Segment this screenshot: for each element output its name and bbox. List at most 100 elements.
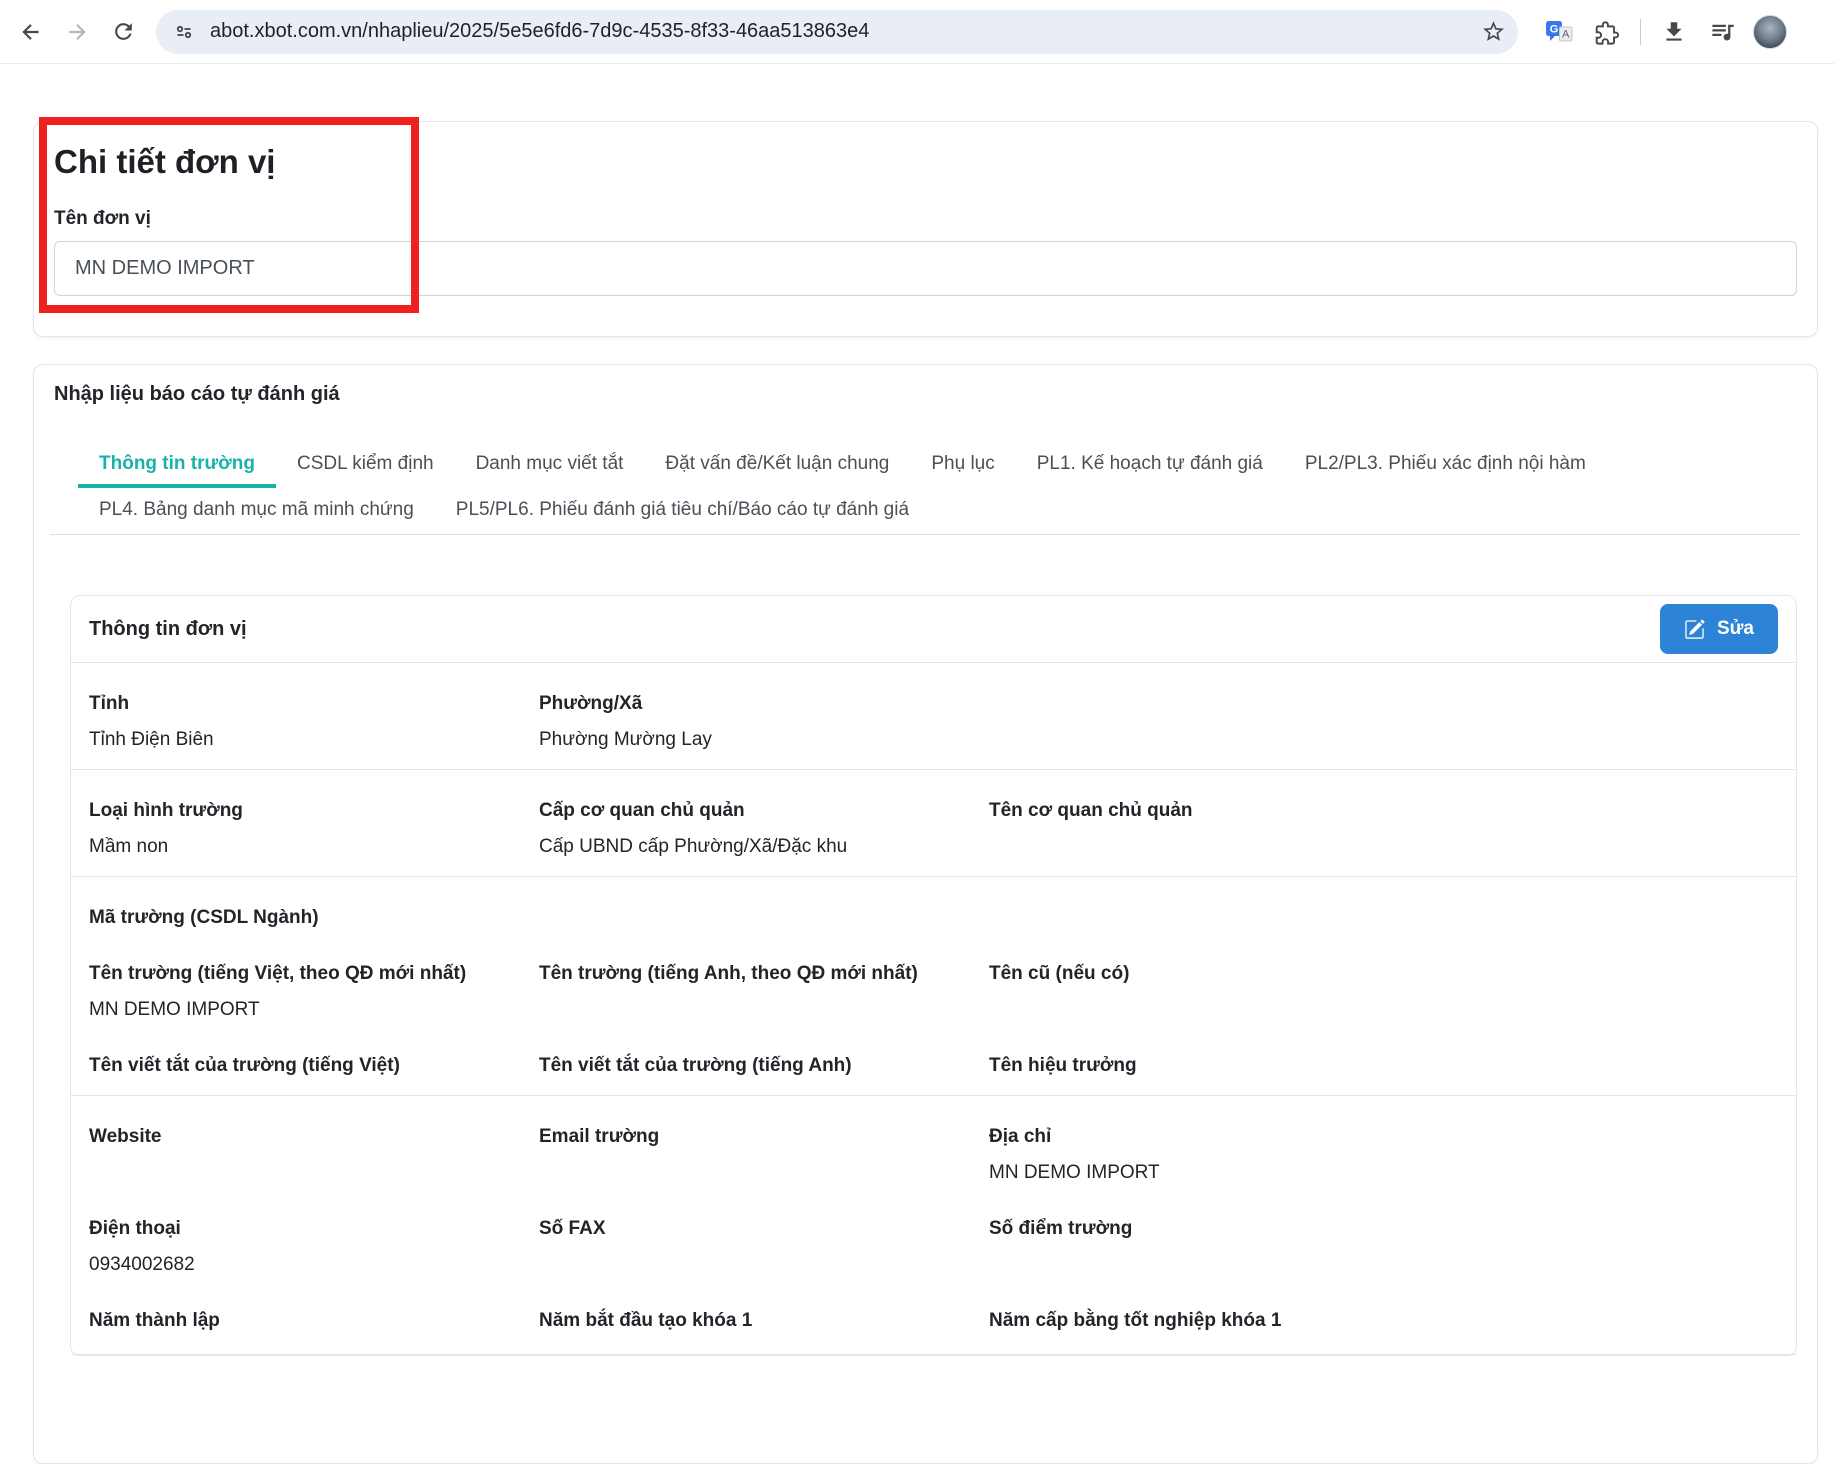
field-label: Loại hình trường bbox=[89, 798, 539, 824]
field-label: Cấp cơ quan chủ quản bbox=[539, 798, 989, 824]
field-label: Tên viết tắt của trường (tiếng Việt) bbox=[89, 1053, 539, 1079]
field-label: Email trường bbox=[539, 1124, 989, 1150]
toolbar-actions: G A bbox=[1538, 11, 1787, 53]
field: Năm thành lập bbox=[89, 1308, 539, 1334]
field-value: Cấp UBND cấp Phường/Xã/Đặc khu bbox=[539, 834, 989, 860]
field: Số điểm trường bbox=[989, 1216, 1778, 1278]
field-section: Mã trường (CSDL Ngành) Tên trường (tiếng … bbox=[71, 877, 1796, 1096]
field-value: Mầm non bbox=[89, 834, 539, 860]
edit-button[interactable]: Sửa bbox=[1660, 604, 1778, 654]
field-label: Tên cơ quan chủ quản bbox=[989, 798, 1778, 824]
unit-info-header: Thông tin đơn vị Sửa bbox=[71, 596, 1796, 663]
field-label: Tên viết tắt của trường (tiếng Anh) bbox=[539, 1053, 989, 1079]
tab-9[interactable]: PL5/PL6. Phiếu đánh giá tiêu chí/Báo cáo… bbox=[435, 488, 930, 534]
field: Email trường bbox=[539, 1124, 989, 1186]
field-row: Điện thoại 0934002682Số FAXSố điểm trường bbox=[89, 1216, 1778, 1278]
field: Điện thoại 0934002682 bbox=[89, 1216, 539, 1278]
field: Loại hình trường Mầm non bbox=[89, 798, 539, 860]
field-row: WebsiteEmail trườngĐịa chỉMN DEMO IMPORT bbox=[89, 1124, 1778, 1186]
field-label: Website bbox=[89, 1124, 539, 1150]
field: Phường/Xã Phường Mường Lay bbox=[539, 691, 989, 753]
tab-2[interactable]: CSDL kiểm định bbox=[276, 442, 455, 488]
address-bar[interactable]: abot.xbot.com.vn/nhaplieu/2025/5e5e6fd6-… bbox=[156, 10, 1518, 54]
unit-info-panel: Thông tin đơn vị Sửa Tỉnh Tỉnh Điện BiênP… bbox=[70, 595, 1797, 1356]
field-label: Năm bắt đầu tạo khóa 1 bbox=[539, 1308, 989, 1334]
field: Cấp cơ quan chủ quản Cấp UBND cấp Phường/… bbox=[539, 798, 989, 860]
field-label: Năm cấp bằng tốt nghiệp khóa 1 bbox=[989, 1308, 1778, 1334]
downloads-icon[interactable] bbox=[1653, 11, 1695, 53]
tab-7[interactable]: PL2/PL3. Phiếu xác định nội hàm bbox=[1284, 442, 1607, 488]
unit-detail-card: Chi tiết đơn vị Tên đơn vị bbox=[33, 121, 1818, 337]
field: Tên hiệu trưởng bbox=[989, 1053, 1778, 1079]
field-value bbox=[989, 997, 1778, 1023]
field-row: Tỉnh Tỉnh Điện BiênPhường/Xã Phường Mường … bbox=[89, 691, 1778, 753]
tab-6[interactable]: PL1. Kế hoạch tự đánh giá bbox=[1016, 442, 1284, 488]
field: Địa chỉMN DEMO IMPORT bbox=[989, 1124, 1778, 1186]
field-value bbox=[89, 1160, 539, 1186]
svg-text:A: A bbox=[1562, 29, 1570, 41]
field: Mã trường (CSDL Ngành) bbox=[89, 905, 539, 931]
field-label: Tên trường (tiếng Anh, theo QĐ mới nhất) bbox=[539, 961, 989, 987]
bookmark-star-icon[interactable] bbox=[1481, 19, 1506, 44]
edit-button-label: Sửa bbox=[1717, 618, 1754, 640]
unit-info-body: Tỉnh Tỉnh Điện BiênPhường/Xã Phường Mường … bbox=[71, 663, 1796, 1355]
field: Tên trường (tiếng Việt, theo QĐ mới nhất… bbox=[89, 961, 539, 1023]
tab-1[interactable]: Thông tin trường bbox=[78, 442, 276, 488]
field-label: Mã trường (CSDL Ngành) bbox=[89, 905, 539, 931]
report-tabs: Thông tin trườngCSDL kiểm địnhDanh mục v… bbox=[50, 442, 1801, 535]
field-row: Năm thành lậpNăm bắt đầu tạo khóa 1Năm c… bbox=[89, 1308, 1778, 1334]
unit-name-label: Tên đơn vị bbox=[54, 208, 1797, 230]
reload-button[interactable] bbox=[100, 9, 146, 55]
field-label: Điện thoại bbox=[89, 1216, 539, 1242]
report-entry-title: Nhập liệu báo cáo tự đánh giá bbox=[54, 383, 1801, 406]
field-value: 0934002682 bbox=[89, 1252, 539, 1278]
field-row: Tên viết tắt của trường (tiếng Việt)Tên … bbox=[89, 1053, 1778, 1079]
field: Tên viết tắt của trường (tiếng Việt) bbox=[89, 1053, 539, 1079]
report-entry-card: Nhập liệu báo cáo tự đánh giá Thông tin … bbox=[33, 364, 1818, 1464]
extensions-icon[interactable] bbox=[1586, 11, 1628, 53]
reload-icon bbox=[111, 19, 136, 44]
url-text[interactable]: abot.xbot.com.vn/nhaplieu/2025/5e5e6fd6-… bbox=[210, 20, 1473, 43]
tab-8[interactable]: PL4. Bảng danh mục mã minh chứng bbox=[78, 488, 435, 534]
field: Năm bắt đầu tạo khóa 1 bbox=[539, 1308, 989, 1334]
site-settings-icon[interactable] bbox=[172, 20, 196, 44]
field-label: Tên cũ (nếu có) bbox=[989, 961, 1778, 987]
unit-info-title: Thông tin đơn vị bbox=[89, 618, 247, 641]
profile-avatar[interactable] bbox=[1753, 15, 1787, 49]
back-button[interactable] bbox=[8, 9, 54, 55]
field: Tên cũ (nếu có) bbox=[989, 961, 1778, 1023]
field: Tỉnh Tỉnh Điện Biên bbox=[89, 691, 539, 753]
field-label: Tỉnh bbox=[89, 691, 539, 717]
forward-arrow-icon bbox=[64, 19, 90, 45]
tab-4[interactable]: Đặt vấn đề/Kết luận chung bbox=[644, 442, 910, 488]
field-section: Tỉnh Tỉnh Điện BiênPhường/Xã Phường Mường … bbox=[71, 663, 1796, 770]
field-row: Tên trường (tiếng Việt, theo QĐ mới nhất… bbox=[89, 961, 1778, 1023]
field: Năm cấp bằng tốt nghiệp khóa 1 bbox=[989, 1308, 1778, 1334]
field: Tên trường (tiếng Anh, theo QĐ mới nhất) bbox=[539, 961, 989, 1023]
field-value bbox=[539, 997, 989, 1023]
back-arrow-icon bbox=[18, 19, 44, 45]
field: Tên viết tắt của trường (tiếng Anh) bbox=[539, 1053, 989, 1079]
field-value: Tỉnh Điện Biên bbox=[89, 727, 539, 753]
field-row: Mã trường (CSDL Ngành) bbox=[89, 905, 1778, 931]
tab-3[interactable]: Danh mục viết tắt bbox=[455, 442, 645, 488]
field-value bbox=[989, 834, 1778, 860]
field-value: Phường Mường Lay bbox=[539, 727, 989, 753]
field-label: Số FAX bbox=[539, 1216, 989, 1242]
pencil-square-icon bbox=[1684, 619, 1705, 640]
page-content: Chi tiết đơn vị Tên đơn vị Nhập liệu báo… bbox=[0, 64, 1834, 1464]
field-value bbox=[539, 1252, 989, 1278]
forward-button[interactable] bbox=[54, 9, 100, 55]
toolbar-divider bbox=[1640, 19, 1641, 45]
field-value: MN DEMO IMPORT bbox=[989, 1160, 1778, 1186]
media-queue-icon[interactable] bbox=[1701, 11, 1743, 53]
field-label: Số điểm trường bbox=[989, 1216, 1778, 1242]
field-value bbox=[989, 1252, 1778, 1278]
translate-icon[interactable]: G A bbox=[1538, 11, 1580, 53]
unit-name-input[interactable] bbox=[54, 241, 1797, 296]
field-row: Loại hình trường Mầm nonCấp cơ quan chủ q… bbox=[89, 798, 1778, 860]
field-section: WebsiteEmail trườngĐịa chỉMN DEMO IMPORT… bbox=[71, 1096, 1796, 1355]
field-label: Phường/Xã bbox=[539, 691, 989, 717]
tab-5[interactable]: Phụ lục bbox=[910, 442, 1015, 488]
field-value: MN DEMO IMPORT bbox=[89, 997, 539, 1023]
